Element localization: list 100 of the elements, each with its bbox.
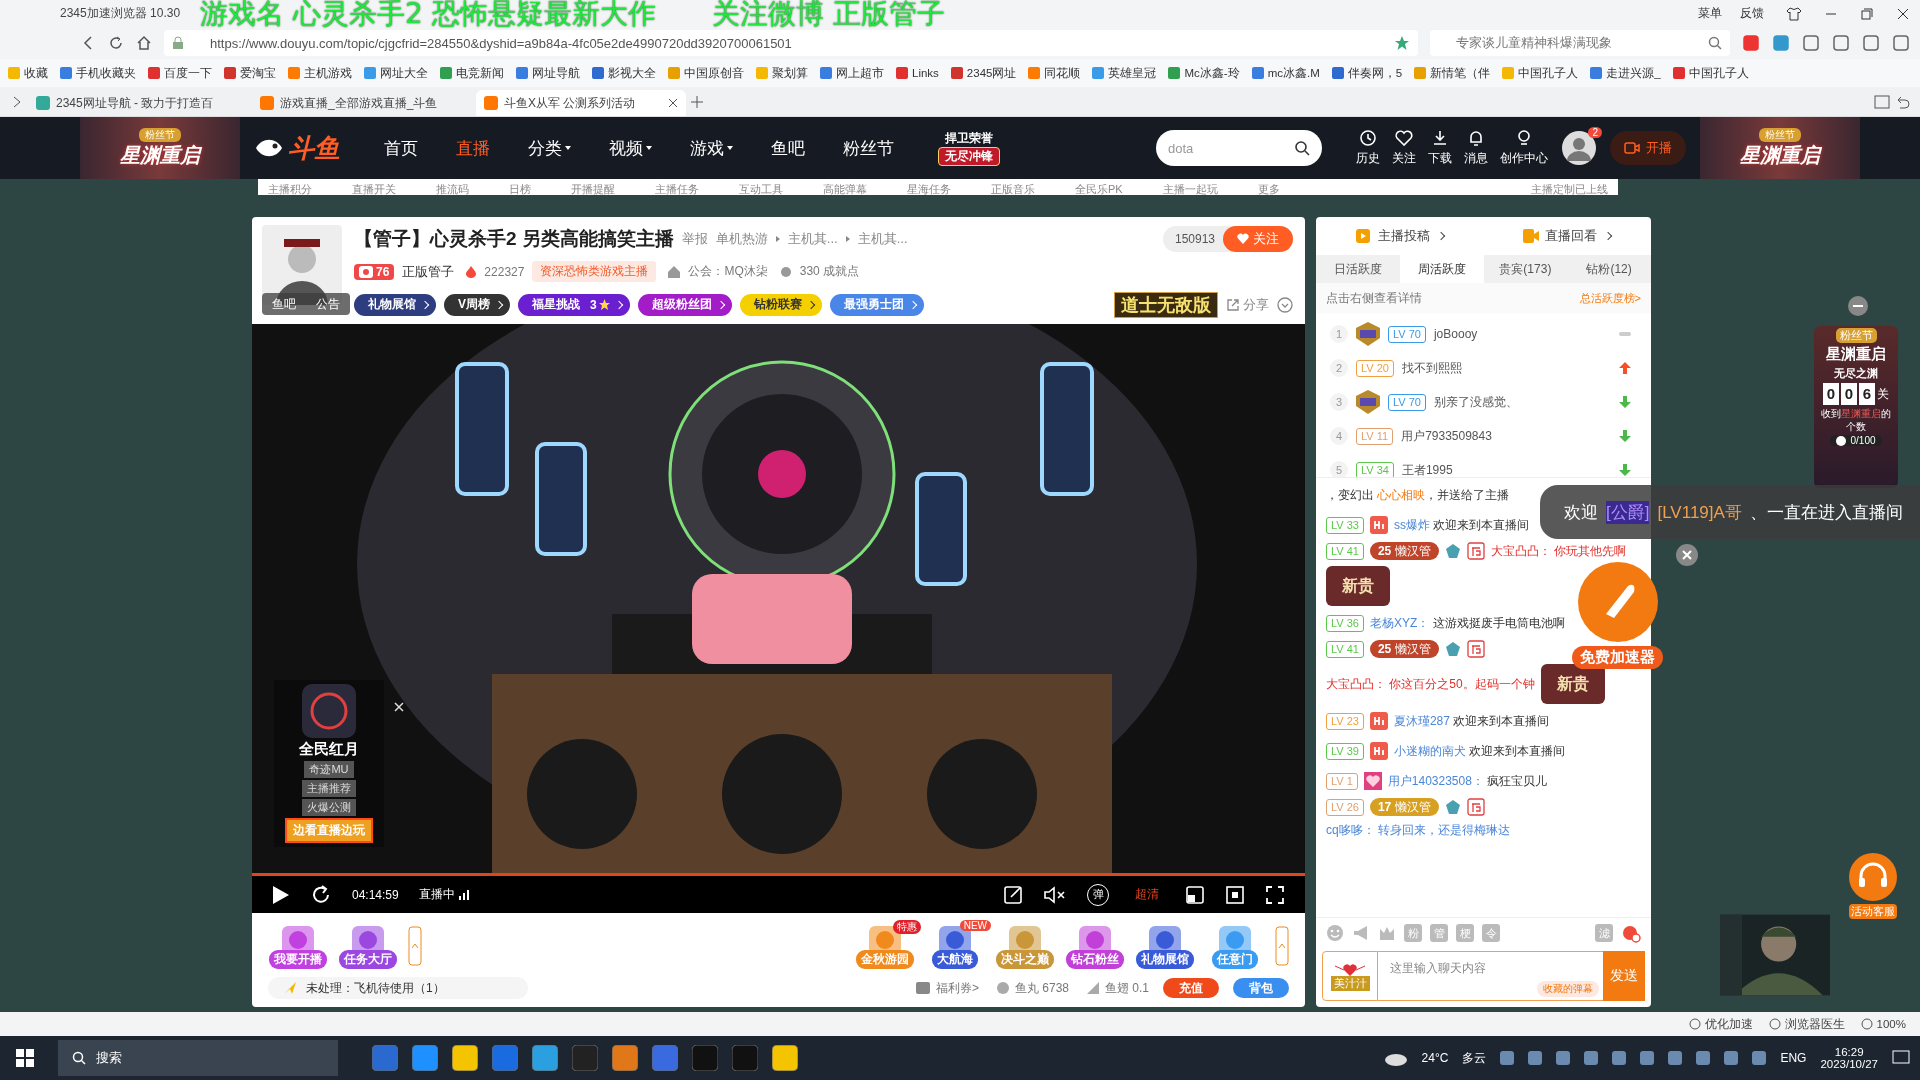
- bookmark-link[interactable]: 同花顺: [1028, 65, 1081, 81]
- panel-link[interactable]: 主播投稿: [1355, 227, 1444, 245]
- activity-button[interactable]: 我要开播: [269, 949, 327, 969]
- tray-icon[interactable]: [1528, 1051, 1543, 1065]
- bookmark-link[interactable]: 网址导航: [516, 65, 580, 81]
- bookmark-link[interactable]: 爱淘宝: [224, 65, 276, 81]
- toolbar-link[interactable]: 星海任务: [907, 183, 951, 195]
- promo-banner[interactable]: 道士无敌版: [1114, 291, 1218, 318]
- app-icon[interactable]: [732, 1045, 758, 1071]
- status-item[interactable]: 100%: [1860, 1018, 1906, 1030]
- room-badge-button[interactable]: 钻粉联赛: [739, 293, 822, 316]
- app-icon[interactable]: [772, 1045, 798, 1071]
- room-badge-button[interactable]: 礼物展馆: [354, 293, 436, 316]
- event-banner[interactable]: 粉丝节 星渊重启: [80, 117, 240, 179]
- tray-icon[interactable]: [1584, 1051, 1599, 1065]
- play-icon[interactable]: [272, 884, 290, 905]
- share-link[interactable]: 分享: [1226, 295, 1269, 314]
- shirt-icon[interactable]: [1786, 6, 1802, 21]
- report-link[interactable]: 举报: [681, 229, 708, 248]
- nav-link[interactable]: 分类: [528, 136, 571, 160]
- search-field[interactable]: 专家谈儿童精神科爆满现象: [1430, 30, 1730, 56]
- close-icon[interactable]: [1676, 544, 1698, 566]
- room-badge-button[interactable]: V周榜: [444, 293, 510, 316]
- bookmark-link[interactable]: Mc冰鑫-玲: [1168, 65, 1240, 81]
- headset-icon[interactable]: [1848, 852, 1898, 902]
- bookmark-link[interactable]: 中国孔子人: [1502, 65, 1579, 81]
- bookmark-link[interactable]: Links: [896, 67, 939, 79]
- bookmark-link[interactable]: 中国孔子人: [1672, 65, 1749, 81]
- address-field[interactable]: https://www.douyu.com/topic/cjgcfrid=284550&dyshid=a9b84a-4fc05e2de4990720dd3920700061501: [164, 30, 1418, 56]
- bookmark-link[interactable]: 百度一下: [148, 65, 212, 81]
- notification-icon[interactable]: [1892, 1050, 1910, 1066]
- recharge-button[interactable]: 充值: [1163, 978, 1219, 998]
- star-icon[interactable]: [1394, 35, 1410, 51]
- translate-icon[interactable]: [1772, 34, 1790, 52]
- nav-link[interactable]: 视频: [609, 136, 652, 160]
- app-icon[interactable]: [452, 1045, 478, 1071]
- shopping-icon[interactable]: [1742, 34, 1760, 52]
- home-icon[interactable]: [136, 35, 152, 51]
- browser-tab[interactable]: 斗鱼X从军 公测系列活动: [476, 90, 686, 116]
- toolbar-link[interactable]: 正版音乐: [991, 183, 1035, 195]
- site-logo[interactable]: 斗鱼: [254, 130, 340, 166]
- refresh-icon[interactable]: [310, 883, 332, 906]
- search-field[interactable]: 搜索: [58, 1040, 338, 1076]
- toolbar-link[interactable]: 主播定制已上线: [1531, 183, 1608, 195]
- tray-icon[interactable]: [1500, 1051, 1515, 1065]
- bookmark-link[interactable]: 中国原创音: [668, 65, 744, 81]
- close-icon[interactable]: [1896, 6, 1910, 21]
- go-live-button[interactable]: 开播: [1610, 131, 1686, 165]
- avatar-link[interactable]: 公告: [316, 295, 340, 313]
- activity-button[interactable]: 大航海: [932, 949, 978, 969]
- status-item[interactable]: 浏览器医生: [1768, 1016, 1845, 1032]
- chat-input[interactable]: 这里输入聊天内容: [1378, 951, 1537, 1001]
- bookmark-link[interactable]: 网上超市: [820, 65, 884, 81]
- activity-button[interactable]: 任务大厅: [339, 949, 397, 969]
- expand-icon[interactable]: [1277, 296, 1293, 313]
- toolbar-link[interactable]: 开播提醒: [571, 183, 615, 195]
- event-banner[interactable]: 粉丝节 星渊重启: [1700, 117, 1860, 179]
- restore-icon[interactable]: [1860, 6, 1874, 21]
- panel-tab[interactable]: 周活跃度: [1399, 255, 1484, 283]
- avatar-link[interactable]: 鱼吧: [272, 295, 296, 313]
- toolbar-link[interactable]: 推流码: [436, 183, 469, 195]
- windows-icon[interactable]: [16, 1049, 34, 1067]
- tray-icon[interactable]: [1612, 1051, 1627, 1065]
- tray-icon[interactable]: [1696, 1051, 1711, 1065]
- tray-icon[interactable]: [1752, 1051, 1767, 1065]
- language-indicator[interactable]: ENG: [1780, 1051, 1807, 1065]
- quality-button[interactable]: 超清: [1135, 886, 1159, 904]
- header-action[interactable]: 关注: [1392, 129, 1416, 167]
- header-action[interactable]: 下载: [1428, 129, 1452, 167]
- menu-link[interactable]: 菜单: [1698, 5, 1722, 22]
- app-icon[interactable]: [532, 1045, 558, 1071]
- toolbar-link[interactable]: 直播开关: [352, 183, 396, 195]
- bookmark-link[interactable]: 电竞新闻: [440, 65, 504, 81]
- clock[interactable]: 16:29 2023/10/27: [1820, 1046, 1878, 1070]
- browser-tab[interactable]: 游戏直播_全部游戏直播_斗鱼: [252, 90, 472, 116]
- reload-icon[interactable]: [108, 35, 124, 51]
- browser-tab[interactable]: 2345网址导航 - 致力于打造百: [28, 90, 248, 116]
- toolbar-link[interactable]: 更多: [1257, 183, 1280, 195]
- bookmark-link[interactable]: 伴奏网，5: [1331, 65, 1403, 81]
- event-widget[interactable]: 粉丝节 星渊重启 无尽之渊 0 0 6 关 收到星渊重启的个数 0/100: [1814, 326, 1898, 488]
- bookmark-link[interactable]: 主机游戏: [288, 65, 352, 81]
- tray-icon[interactable]: [1668, 1051, 1683, 1065]
- panel-link[interactable]: 直播回看: [1523, 227, 1612, 245]
- bookmark-link[interactable]: 新情笔（伴: [1414, 65, 1491, 81]
- breadcrumb-link[interactable]: 主机其...: [787, 229, 838, 248]
- fullscreen-icon[interactable]: [1265, 884, 1285, 905]
- app-icon[interactable]: [692, 1045, 718, 1071]
- tray-icon[interactable]: [1640, 1051, 1655, 1065]
- pip-icon[interactable]: [1185, 884, 1205, 905]
- bookmark-link[interactable]: mc冰鑫.M: [1251, 65, 1320, 81]
- menu-link[interactable]: 反馈: [1740, 5, 1764, 22]
- tray-icon[interactable]: [1556, 1051, 1571, 1065]
- toolbar-link[interactable]: 主播积分: [268, 183, 312, 195]
- bookmark-link[interactable]: 2345网址: [950, 65, 1017, 81]
- toolbar-link[interactable]: 主播任务: [655, 183, 699, 195]
- bookmark-link[interactable]: 英雄皇冠: [1092, 65, 1157, 81]
- toolbar-link[interactable]: 全民乐PK: [1075, 183, 1123, 195]
- breadcrumb-link[interactable]: 单机热游: [715, 229, 768, 248]
- nav-link[interactable]: 直播: [456, 136, 490, 160]
- bookmark-link[interactable]: 网址大全: [364, 65, 428, 81]
